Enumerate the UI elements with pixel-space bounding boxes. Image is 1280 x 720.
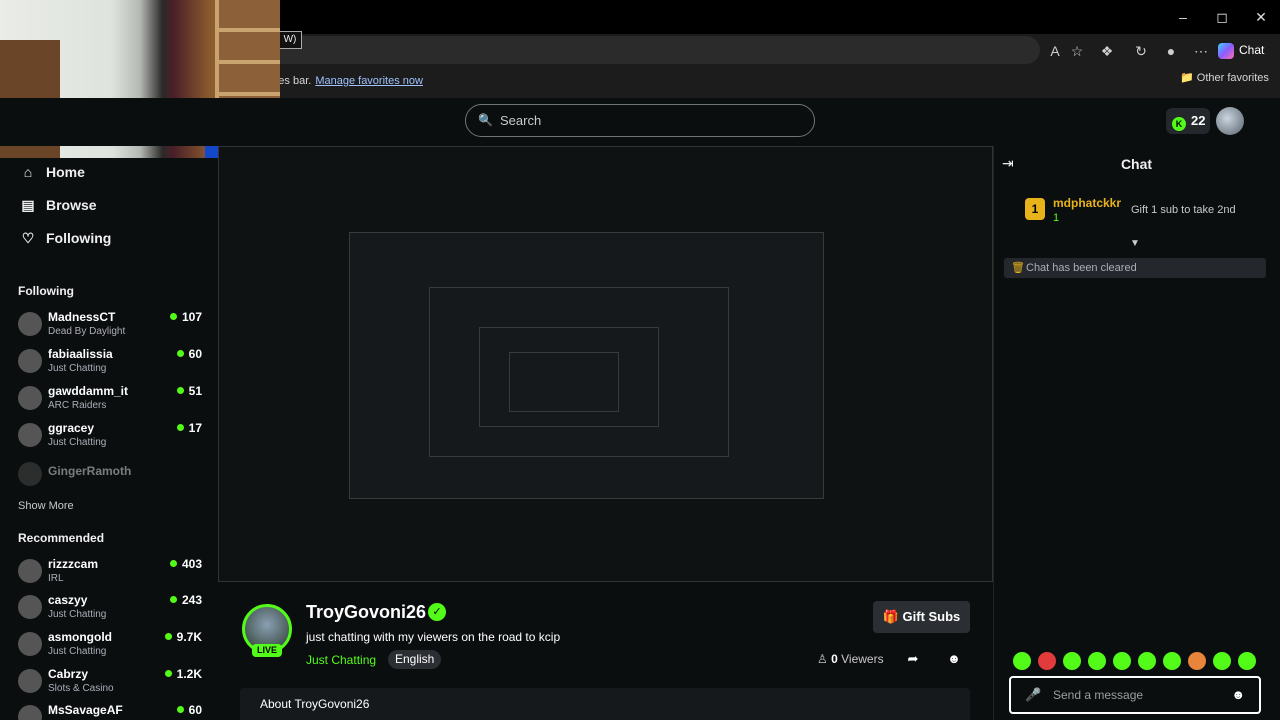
- emote-icon[interactable]: [1188, 652, 1206, 670]
- recommended-channel[interactable]: Cabrzy Slots & Casino 1.2K: [18, 665, 210, 699]
- channel-avatar: [18, 312, 42, 336]
- following-channel[interactable]: MadnessCT Dead By Daylight 107: [18, 308, 210, 342]
- about-section: About TroyGovoni26: [240, 688, 970, 720]
- maximize-button[interactable]: ◻: [1207, 6, 1237, 28]
- offline-channel[interactable]: GingerRamoth: [18, 458, 210, 492]
- emote-icon[interactable]: [1013, 652, 1031, 670]
- emote-icon[interactable]: [1238, 652, 1256, 670]
- share-icon[interactable]: ➦: [903, 649, 923, 669]
- search-input[interactable]: 🔍 Search: [465, 104, 815, 137]
- emote-icon[interactable]: [1213, 652, 1231, 670]
- following-channel[interactable]: gawddamm_it ARC Raiders 51: [18, 382, 210, 416]
- channel-avatar: [18, 705, 42, 720]
- channel-avatar: [18, 423, 42, 447]
- kicks-icon: K: [1172, 117, 1186, 131]
- following-channel[interactable]: fabiaalissia Just Chatting 60: [18, 345, 210, 379]
- video-player[interactable]: [218, 146, 993, 582]
- emote-icon[interactable]: [1138, 652, 1156, 670]
- viewer-count: ♙ 0 Viewers: [817, 652, 884, 666]
- expand-pinned-icon[interactable]: ▼: [1128, 238, 1142, 249]
- language-tag[interactable]: English: [388, 650, 442, 669]
- read-aloud-icon[interactable]: A: [1044, 41, 1066, 61]
- channel-avatar: [18, 632, 42, 656]
- nav-browse[interactable]: ▤ Browse: [18, 190, 208, 220]
- channel-avatar: [18, 595, 42, 619]
- emote-icon[interactable]: [1063, 652, 1081, 670]
- channel-avatar: [18, 559, 42, 583]
- viewers-icon: ♙: [817, 652, 828, 666]
- close-window-button[interactable]: ✕: [1246, 6, 1276, 28]
- extensions-icon[interactable]: ❖: [1096, 41, 1118, 61]
- live-badge: LIVE: [252, 644, 282, 657]
- copilot-icon: [1218, 42, 1234, 59]
- following-channel[interactable]: ggracey Just Chatting 17: [18, 419, 210, 453]
- browse-icon: ▤: [21, 197, 35, 213]
- emote-icon[interactable]: [1088, 652, 1106, 670]
- home-icon: ⌂: [23, 164, 33, 180]
- following-heading: Following: [18, 284, 74, 298]
- streamer-name[interactable]: TroyGovoni26: [306, 602, 426, 623]
- recommended-channel[interactable]: rizzzcam IRL 403: [18, 555, 210, 589]
- trash-icon: 🗑: [1011, 262, 1025, 274]
- nested-preview-layer: [509, 352, 619, 412]
- pinned-leaderboard[interactable]: 1 mdphatckkr 1 Gift 1 sub to take 2nd: [1003, 188, 1267, 236]
- nav-home[interactable]: ⌂ Home: [18, 157, 208, 187]
- heart-icon: ♡: [21, 230, 35, 246]
- microphone-icon[interactable]: 🎤: [1025, 678, 1041, 712]
- gift-icon: 🎁: [882, 609, 899, 624]
- stream-category-link[interactable]: Just Chatting: [306, 653, 376, 667]
- verified-icon: ✓: [428, 603, 446, 621]
- other-favorites-button[interactable]: 📁 Other favorites: [1180, 71, 1269, 84]
- channel-avatar: [18, 669, 42, 693]
- chat-cleared-notice: 🗑 Chat has been cleared: [1004, 258, 1266, 278]
- nav-following[interactable]: ♡ Following: [18, 223, 208, 253]
- favorite-star-icon[interactable]: ☆: [1066, 41, 1088, 61]
- channel-avatar: [18, 462, 42, 486]
- chat-message-input[interactable]: 🎤 Send a message ☻: [1009, 676, 1261, 714]
- gift-subs-button[interactable]: 🎁 Gift Subs: [873, 601, 970, 633]
- copilot-chat-button[interactable]: Chat: [1218, 38, 1274, 62]
- follow-user-icon[interactable]: ☻: [944, 649, 964, 669]
- channel-avatar: [18, 386, 42, 410]
- emote-icon[interactable]: [1163, 652, 1181, 670]
- minimize-button[interactable]: –: [1168, 6, 1198, 28]
- channel-avatar: [18, 349, 42, 373]
- user-avatar[interactable]: [1216, 107, 1244, 135]
- recommended-heading: Recommended: [18, 531, 105, 545]
- recommended-channel[interactable]: MsSavageAF 60: [18, 701, 210, 720]
- gift-sub-prompt: Gift 1 sub to take 2nd: [1131, 204, 1236, 216]
- more-options-icon[interactable]: ⋯: [1190, 41, 1212, 61]
- emote-icon[interactable]: [1038, 652, 1056, 670]
- recommended-channel[interactable]: caszyy Just Chatting 243: [18, 591, 210, 625]
- emote-bar: [1013, 652, 1263, 672]
- keyboard-hint: W): [278, 31, 302, 49]
- favorites-bar: the favorites bar.Manage favorites now: [230, 68, 1280, 94]
- recommended-channel[interactable]: asmongold Just Chatting 9.7K: [18, 628, 210, 662]
- history-icon[interactable]: ↻: [1130, 41, 1152, 61]
- manage-favorites-link[interactable]: Manage favorites now: [315, 75, 423, 87]
- stream-title: just chatting with my viewers on the roa…: [306, 630, 561, 644]
- pinned-username: mdphatckkr: [1053, 196, 1122, 210]
- kicks-balance-button[interactable]: K 22: [1166, 108, 1210, 134]
- pinned-count: 1: [1053, 212, 1060, 224]
- show-more-link[interactable]: Show More: [18, 500, 74, 512]
- chat-title: Chat: [1120, 156, 1153, 172]
- address-bar[interactable]: [230, 36, 1040, 64]
- search-icon: 🔍: [478, 113, 493, 127]
- emoji-picker-icon[interactable]: ☻: [1231, 678, 1245, 712]
- emote-icon[interactable]: [1113, 652, 1131, 670]
- rank-badge: 1: [1025, 198, 1045, 220]
- profile-icon[interactable]: ●: [1160, 41, 1182, 61]
